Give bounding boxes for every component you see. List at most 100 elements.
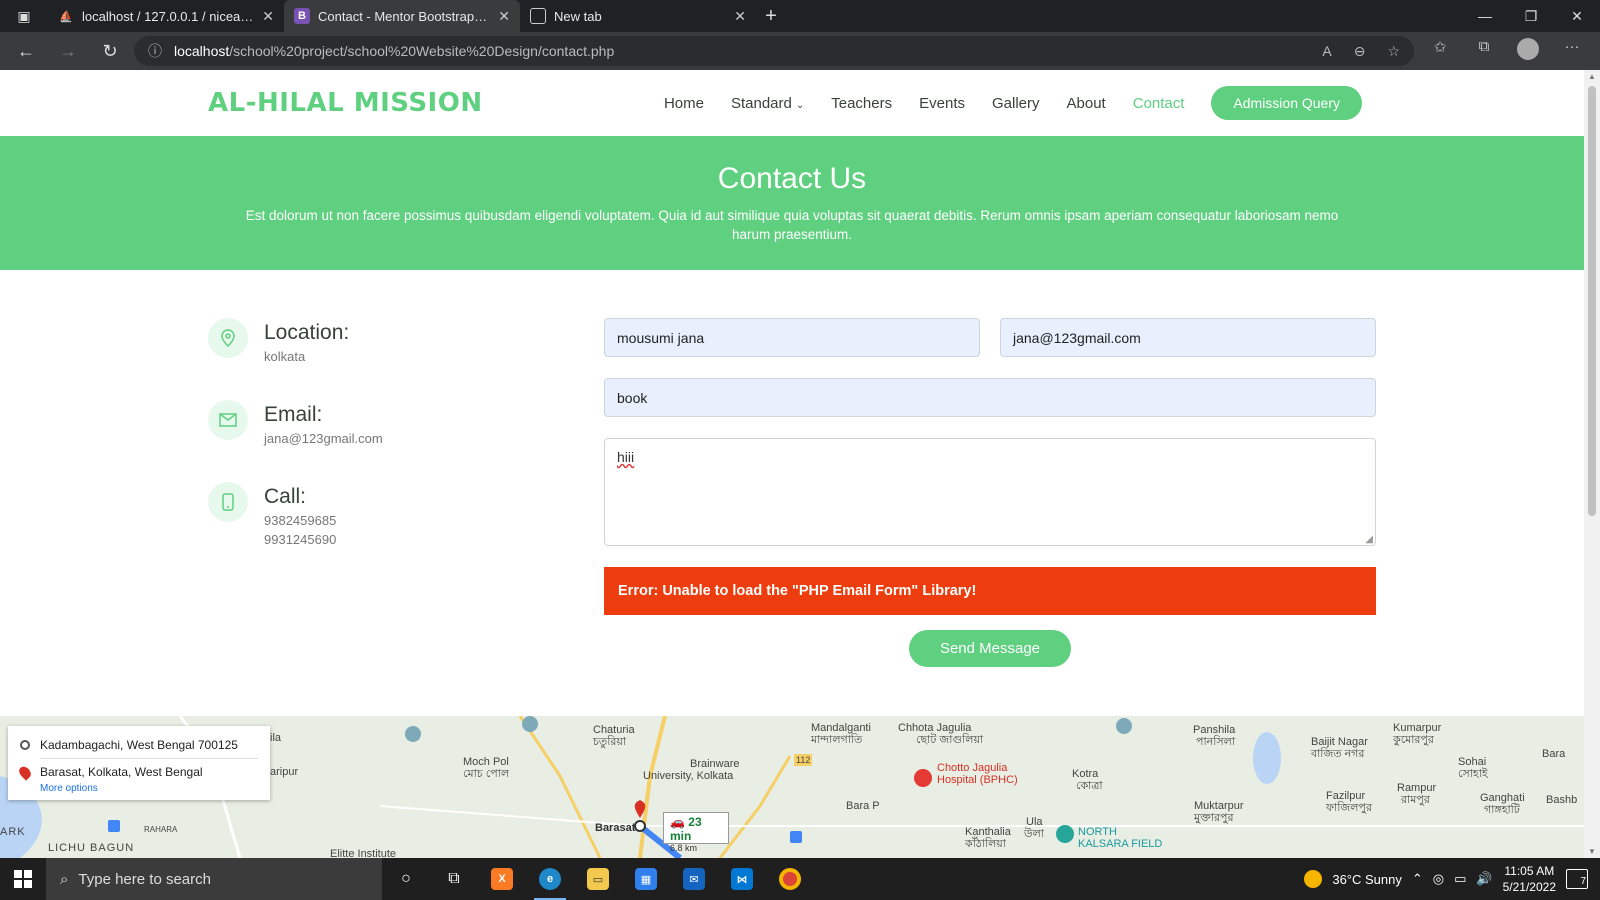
restore-icon[interactable]: ❐: [1508, 8, 1554, 25]
google-map[interactable]: Kadambagachi, West Bengal 700125 Barasat…: [0, 716, 1584, 858]
mail-icon[interactable]: ✉: [670, 858, 718, 900]
directions-destination[interactable]: Barasat, Kolkata, West Bengal: [16, 761, 258, 783]
browser-tab-newtab[interactable]: New tab ✕: [520, 0, 756, 32]
send-message-button[interactable]: Send Message: [908, 630, 1072, 667]
add-favorite-icon[interactable]: ☆: [1387, 43, 1400, 60]
info-call: Call: 9382459685 9931245690: [208, 482, 538, 549]
taskbar-search[interactable]: ⌕ Type here to search: [46, 858, 382, 900]
tab-actions-icon[interactable]: ▣: [0, 0, 48, 32]
name-field[interactable]: mousumi jana: [604, 318, 980, 357]
close-window-icon[interactable]: ✕: [1554, 8, 1600, 25]
destination-pin-icon: [16, 763, 34, 781]
map-label: উলা: [1024, 828, 1044, 840]
clock-time: 11:05 AM: [1504, 864, 1555, 878]
more-options-icon[interactable]: ···: [1552, 38, 1592, 64]
map-label: Fazilpur: [1326, 790, 1366, 802]
info-phone-2: 9931245690: [264, 532, 337, 547]
close-icon[interactable]: ✕: [262, 8, 274, 25]
nav-teachers[interactable]: Teachers: [831, 95, 892, 112]
scroll-up-icon[interactable]: ▲: [1584, 72, 1600, 81]
zoom-icon[interactable]: ⊖: [1354, 43, 1366, 60]
chevron-down-icon: ⌄: [795, 99, 805, 111]
destination-text: Barasat, Kolkata, West Bengal: [40, 765, 203, 779]
weather-sun-icon[interactable]: [1304, 870, 1323, 888]
nav-events[interactable]: Events: [919, 95, 965, 112]
nav-about[interactable]: About: [1067, 95, 1106, 112]
directions-origin[interactable]: Kadambagachi, West Bengal 700125: [20, 734, 258, 756]
nav-gallery[interactable]: Gallery: [992, 95, 1040, 112]
browser-tab-bar: ▣ ⛵ localhost / 127.0.0.1 / niceadmin ✕ …: [0, 0, 1600, 32]
minimize-icon[interactable]: —: [1462, 8, 1508, 25]
cortana-icon[interactable]: ○: [382, 858, 430, 900]
map-label: ফাজিলপুর: [1326, 802, 1372, 814]
clock-date: 5/21/2022: [1502, 880, 1556, 894]
chrome-icon[interactable]: [766, 858, 814, 900]
info-call-title: Call:: [264, 485, 307, 508]
map-label: Chhota Jagulia: [898, 722, 972, 734]
new-tab-button[interactable]: +: [756, 5, 786, 28]
task-view-icon[interactable]: ⧉: [430, 858, 478, 900]
map-label: Bara: [1542, 748, 1566, 760]
xampp-icon[interactable]: X: [478, 858, 526, 900]
info-icon[interactable]: ⓘ: [148, 41, 162, 61]
page-viewport: AL-HILAL MISSION Home Standard ⌄ Teachers…: [0, 70, 1584, 858]
network-icon[interactable]: ▭: [1454, 871, 1466, 887]
store-icon[interactable]: ▦: [622, 858, 670, 900]
map-label: Hospital (BPHC): [937, 774, 1018, 786]
scrollbar-thumb[interactable]: [1588, 86, 1596, 516]
edge-icon[interactable]: e: [526, 858, 574, 900]
browser-tab-contact[interactable]: B Contact - Mentor Bootstrap Template ✕: [284, 0, 520, 32]
close-icon[interactable]: ✕: [498, 8, 510, 25]
refresh-icon[interactable]: ↻: [92, 36, 128, 66]
more-options-link[interactable]: More options: [40, 783, 258, 794]
resize-handle-icon[interactable]: ◢: [1365, 534, 1373, 545]
map-label: মুক্তারপুর: [1194, 812, 1234, 824]
eta-distance: 6.8 km: [670, 843, 698, 853]
read-aloud-icon[interactable]: A: [1322, 43, 1331, 60]
taskbar-search-placeholder: Type here to search: [78, 870, 211, 888]
route-eta-card[interactable]: 🚗 23 min 6.8 km: [663, 812, 729, 853]
volume-icon[interactable]: 🔊: [1476, 871, 1492, 887]
page-title: Contact Us: [717, 162, 867, 195]
map-label: KALSARA FIELD: [1078, 838, 1163, 850]
weather-text[interactable]: 36°C Sunny: [1332, 872, 1402, 887]
site-logo[interactable]: AL-HILAL MISSION: [208, 88, 483, 118]
subject-field[interactable]: book: [604, 378, 1376, 417]
close-icon[interactable]: ✕: [734, 8, 746, 25]
url-field[interactable]: ⓘ localhost/school%20project/school%20We…: [134, 36, 1414, 66]
back-icon[interactable]: ←: [8, 36, 44, 66]
message-field[interactable]: hiii ◢: [604, 438, 1376, 546]
map-label: সোহাই: [1458, 768, 1488, 780]
nav-contact[interactable]: Contact: [1133, 95, 1185, 112]
favorites-icon[interactable]: ✩: [1420, 38, 1460, 64]
collections-icon[interactable]: ⧉: [1464, 38, 1504, 64]
browser-tab-phpmyadmin[interactable]: ⛵ localhost / 127.0.0.1 / niceadmin ✕: [48, 0, 284, 32]
forward-icon[interactable]: →: [50, 36, 86, 66]
nav-standard-label: Standard: [730, 94, 792, 112]
map-label: University, Kolkata: [643, 770, 734, 782]
map-label: চতুরিয়া: [593, 736, 627, 748]
contact-info: Location: kolkata Email: jana@123gmail.c…: [208, 318, 538, 583]
notification-icon[interactable]: 7: [1566, 869, 1588, 889]
scroll-down-icon[interactable]: ▼: [1584, 847, 1600, 856]
profile-avatar[interactable]: [1508, 38, 1548, 64]
map-label: Bara P: [846, 800, 880, 812]
email-field[interactable]: jana@123gmail.com: [1000, 318, 1376, 357]
admission-query-button[interactable]: Admission Query: [1211, 86, 1362, 120]
vscode-icon[interactable]: ⋈: [718, 858, 766, 900]
bootstrap-icon: B: [294, 8, 310, 24]
nav-standard[interactable]: Standard ⌄: [731, 95, 804, 112]
origin-circle-icon: [20, 740, 30, 750]
map-label: গাঙ্গহাটি: [1484, 804, 1520, 816]
map-label: Elitte Institute: [330, 848, 397, 858]
map-label: পানসিলা: [1196, 736, 1236, 748]
clock[interactable]: 11:05 AM 5/21/2022: [1503, 863, 1556, 895]
file-explorer-icon[interactable]: ▭: [574, 858, 622, 900]
nav-home[interactable]: Home: [664, 95, 704, 112]
page-scrollbar[interactable]: ▲ ▼: [1584, 70, 1600, 858]
map-label: Ula: [1026, 816, 1043, 828]
map-label: Bashb: [1546, 794, 1578, 806]
start-button[interactable]: [0, 858, 46, 900]
meet-now-icon[interactable]: ◎: [1433, 871, 1444, 887]
chevron-up-icon[interactable]: ⌃: [1412, 871, 1423, 887]
